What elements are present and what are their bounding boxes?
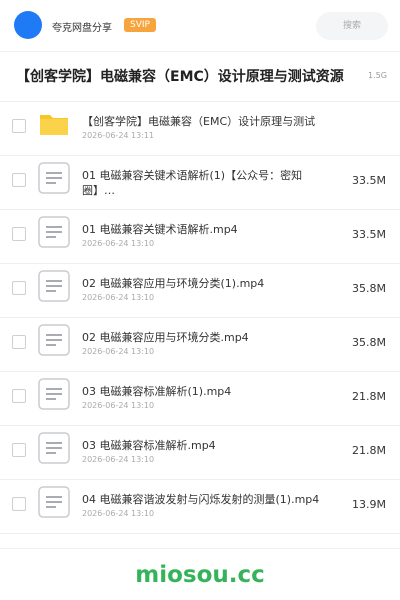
item-size: 21.8M [352,390,386,403]
item-checkbox[interactable] [12,389,26,403]
list-item[interactable]: 03 电磁兼容标准解析.mp4 2026-06-24 13:10 21.8M [0,426,400,480]
footer-divider [0,548,400,549]
item-size: 35.8M [352,282,386,295]
page-title: 【创客学院】电磁兼容（EMC）设计原理与测试资源 [16,69,344,85]
item-name: 01 电磁兼容关键术语解析(1)【公众号：密知圈】… [82,169,303,197]
item-date: 2026-06-24 13:10 [82,455,155,464]
item-checkbox[interactable] [12,173,26,187]
item-checkbox[interactable] [12,443,26,457]
item-size: 33.5M [352,174,386,187]
item-date: 2026-06-24 13:11 [82,131,155,140]
item-date: 2026-06-24 13:10 [82,401,155,410]
item-date: 2026-06-24 13:10 [82,347,155,356]
file-doc-icon [38,486,70,518]
item-size: 21.8M [352,444,386,457]
search-input[interactable] [316,12,388,40]
item-date: 2026-06-24 13:10 [82,239,155,248]
title-bar: 【创客学院】电磁兼容（EMC）设计原理与测试资源 1.5G [0,52,400,102]
list-item[interactable]: 01 电磁兼容关键术语解析(1)【公众号：密知圈】… 33.5M [0,156,400,210]
item-checkbox[interactable] [12,497,26,511]
item-size: 13.9M [352,498,386,511]
item-name: 02 电磁兼容应用与环境分类.mp4 [82,331,249,344]
file-doc-icon [38,216,70,248]
total-size: 1.5G [368,71,387,80]
folder-icon [40,115,68,135]
avatar[interactable] [14,11,42,39]
svip-badge: SVIP [124,18,156,32]
file-doc-icon [38,270,70,302]
list-item[interactable]: 01 电磁兼容关键术语解析.mp4 2026-06-24 13:10 33.5M [0,210,400,264]
item-checkbox[interactable] [12,281,26,295]
page: 夸克网盘分享 SVIP 【创客学院】电磁兼容（EMC）设计原理与测试资源 1.5… [0,0,400,600]
item-name: 03 电磁兼容标准解析.mp4 [82,439,216,452]
item-size: 35.8M [352,336,386,349]
item-name: 【创客学院】电磁兼容（EMC）设计原理与测试 [82,115,316,128]
list-item[interactable]: 02 电磁兼容应用与环境分类.mp4 2026-06-24 13:10 35.8… [0,318,400,372]
item-checkbox[interactable] [12,119,26,133]
list-item[interactable]: 04 电磁兼容谐波发射与闪烁发射的测量(1).mp4 2026-06-24 13… [0,480,400,534]
list-item[interactable]: 【创客学院】电磁兼容（EMC）设计原理与测试 2026-06-24 13:11 [0,102,400,156]
item-size: 33.5M [352,228,386,241]
list-item[interactable]: 03 电磁兼容标准解析(1).mp4 2026-06-24 13:10 21.8… [0,372,400,426]
username: 夸克网盘分享 [52,23,112,34]
item-checkbox[interactable] [12,227,26,241]
file-doc-icon [38,162,70,194]
item-name: 01 电磁兼容关键术语解析.mp4 [82,223,238,236]
item-date: 2026-06-24 13:10 [82,293,155,302]
file-list: 【创客学院】电磁兼容（EMC）设计原理与测试 2026-06-24 13:11 … [0,102,400,534]
item-name: 03 电磁兼容标准解析(1).mp4 [82,385,232,398]
header: 夸克网盘分享 SVIP [0,0,400,52]
item-date: 2026-06-24 13:10 [82,509,155,518]
list-item[interactable]: 02 电磁兼容应用与环境分类(1).mp4 2026-06-24 13:10 3… [0,264,400,318]
watermark: miosou.cc [135,562,265,588]
file-doc-icon [38,378,70,410]
item-name: 04 电磁兼容谐波发射与闪烁发射的测量(1).mp4 [82,493,320,506]
file-doc-icon [38,324,70,356]
item-checkbox[interactable] [12,335,26,349]
file-doc-icon [38,432,70,464]
item-name: 02 电磁兼容应用与环境分类(1).mp4 [82,277,265,290]
